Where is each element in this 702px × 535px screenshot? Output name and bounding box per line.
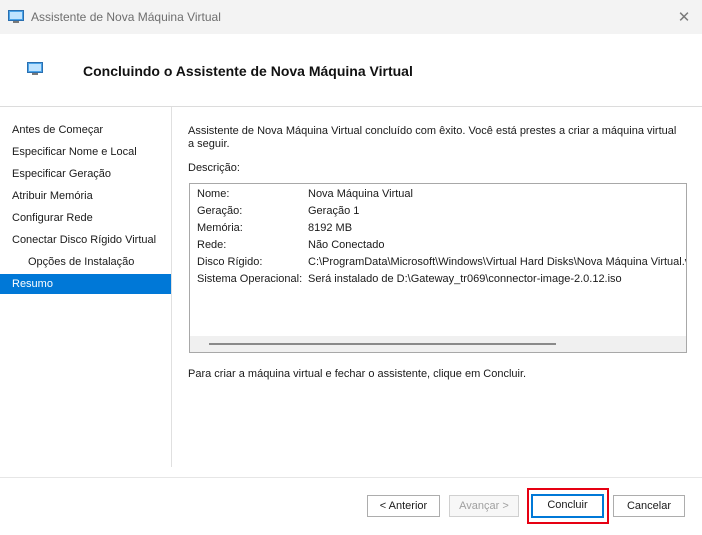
sidebar-item-especificar-geracao[interactable]: Especificar Geração <box>0 164 171 184</box>
row-value: 8192 MB <box>308 222 353 234</box>
previous-button[interactable]: < Anterior <box>367 495 440 517</box>
sidebar-item-conectar-disco[interactable]: Conectar Disco Rígido Virtual <box>0 230 171 250</box>
cancel-button[interactable]: Cancelar <box>613 495 685 517</box>
virtual-machine-icon <box>8 10 24 23</box>
row-value: Será instalado de D:\Gateway_tr069\conne… <box>308 273 622 285</box>
horizontal-scrollbar[interactable] <box>190 336 686 352</box>
row-key: Disco Rígido: <box>197 256 263 268</box>
row-value: Não Conectado <box>308 239 385 251</box>
intro-text: Assistente de Nova Máquina Virtual concl… <box>188 125 677 150</box>
sidebar-item-especificar-nome-e-local[interactable]: Especificar Nome e Local <box>0 142 171 162</box>
row-key: Rede: <box>197 239 227 251</box>
close-icon: ✕ <box>677 9 691 26</box>
title-bar: Assistente de Nova Máquina Virtual ✕ <box>0 0 702 34</box>
virtual-machine-icon <box>27 62 43 75</box>
description-box[interactable]: Nome: Nova Máquina Virtual Geração: Gera… <box>189 183 687 353</box>
sidebar-item-atribuir-memoria[interactable]: Atribuir Memória <box>0 186 171 206</box>
next-button[interactable]: Avançar > <box>449 495 519 517</box>
finish-button-highlight <box>527 488 609 524</box>
row-key: Nome: <box>197 188 230 200</box>
sidebar-item-antes-de-comecar[interactable]: Antes de Começar <box>0 120 171 140</box>
row-key: Geração: <box>197 205 243 217</box>
row-value: C:\ProgramData\Microsoft\Windows\Virtual… <box>308 256 687 268</box>
row-key: Memória: <box>197 222 243 234</box>
wizard-steps-sidebar: Antes de Começar Especificar Nome e Loca… <box>0 107 172 467</box>
window-title: Assistente de Nova Máquina Virtual <box>31 10 221 24</box>
finish-instruction: Para criar a máquina virtual e fechar o … <box>188 368 527 380</box>
sidebar-item-resumo[interactable]: Resumo <box>0 274 171 294</box>
row-value: Geração 1 <box>308 205 360 217</box>
sidebar-item-opcoes-de-instalacao[interactable]: Opções de Instalação <box>0 252 171 272</box>
row-key: Sistema Operacional: <box>197 273 303 285</box>
description-label: Descrição: <box>188 162 240 174</box>
sidebar-item-configurar-rede[interactable]: Configurar Rede <box>0 208 171 228</box>
scrollbar-thumb[interactable] <box>209 343 556 345</box>
close-button[interactable]: ✕ <box>666 0 702 34</box>
wizard-header: Concluindo o Assistente de Nova Máquina … <box>0 34 702 107</box>
page-title: Concluindo o Assistente de Nova Máquina … <box>83 63 413 79</box>
row-value: Nova Máquina Virtual <box>308 188 413 200</box>
